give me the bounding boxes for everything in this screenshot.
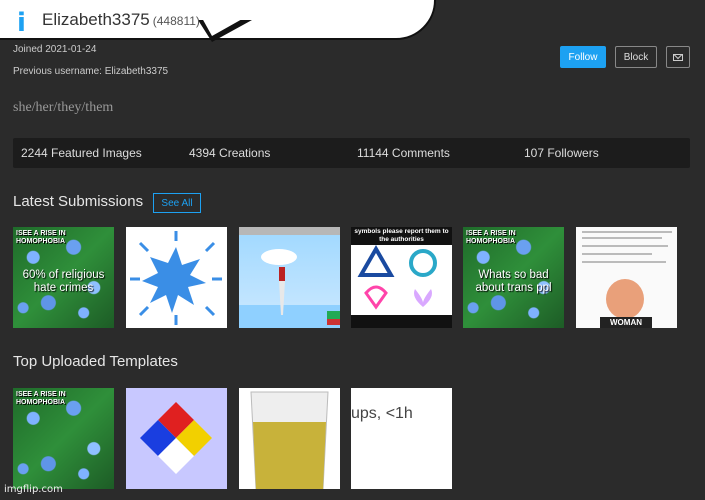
template-thumb-2[interactable] [126,388,227,489]
submission-thumb-6[interactable]: WOMAN [576,227,677,328]
top-templates-title: Top Uploaded Templates [13,353,178,370]
profile-username: Elizabeth3375 (448811) [42,10,200,30]
info-icon: i [17,8,26,38]
template-thumb-4[interactable]: ups, <1h [351,388,452,489]
hazard-diamond-icon [140,402,212,474]
thumb-top-text: symbols please report them to the author… [354,228,449,243]
thumb-top-text: ISEE A RISE IN HOMOPHOBIA [466,230,516,245]
submission-thumb-4[interactable]: symbols please report them to the author… [351,227,452,328]
speech-bubble-tail-fill [202,18,244,36]
thumb-caption: Whats so bad about trans ppl [475,269,552,294]
knife-scene [239,227,340,328]
stat-comments[interactable]: 11144 Comments [357,146,450,160]
submission-thumb-3[interactable] [239,227,340,328]
juice-glass-icon [250,391,329,489]
submission-thumb-2[interactable] [126,227,227,328]
block-button[interactable]: Block [615,46,657,68]
message-button[interactable] [666,46,690,68]
blue-star-icon [130,231,222,325]
stat-followers[interactable]: 107 Followers [524,146,599,160]
follow-button[interactable]: Follow [560,46,606,68]
thumb-top-text: ISEE A RISE IN HOMOPHOBIA [16,391,66,406]
see-all-button[interactable]: See All [153,193,201,213]
previous-username: Previous username: Elizabeth3375 [13,66,169,77]
latest-submissions-title: Latest Submissions [13,193,144,210]
thumb-top-text: ISEE A RISE IN HOMOPHOBIA [16,230,66,245]
thumb-caption: 60% of religious hate crimes [22,269,105,294]
pronouns: she/her/they/them [13,100,114,115]
template-thumb-1[interactable]: ISEE A RISE IN HOMOPHOBIA [13,388,114,489]
stat-featured-images[interactable]: 2244 Featured Images [21,146,142,160]
stat-creations[interactable]: 4394 Creations [189,146,270,160]
template-thumb-3[interactable] [239,388,340,489]
thumb-bottom-text: WOMAN [600,317,652,328]
imgflip-watermark: imgflip.com [4,484,63,495]
submission-thumb-5[interactable]: ISEE A RISE IN HOMOPHOBIA Whats so bad a… [463,227,564,328]
user-id: (448811) [152,14,200,28]
thumb-caption: ups, <1h [351,405,413,422]
stats-bar: 2244 Featured Images 4394 Creations 1114… [13,138,690,168]
face-image [606,279,644,319]
submission-thumb-1[interactable]: ISEE A RISE IN HOMOPHOBIA 60% of religio… [13,227,114,328]
mail-icon [673,53,683,61]
joined-date: Joined 2021-01-24 [13,44,97,55]
symbols-icon [357,245,437,310]
username-text: Elizabeth3375 [42,10,150,29]
